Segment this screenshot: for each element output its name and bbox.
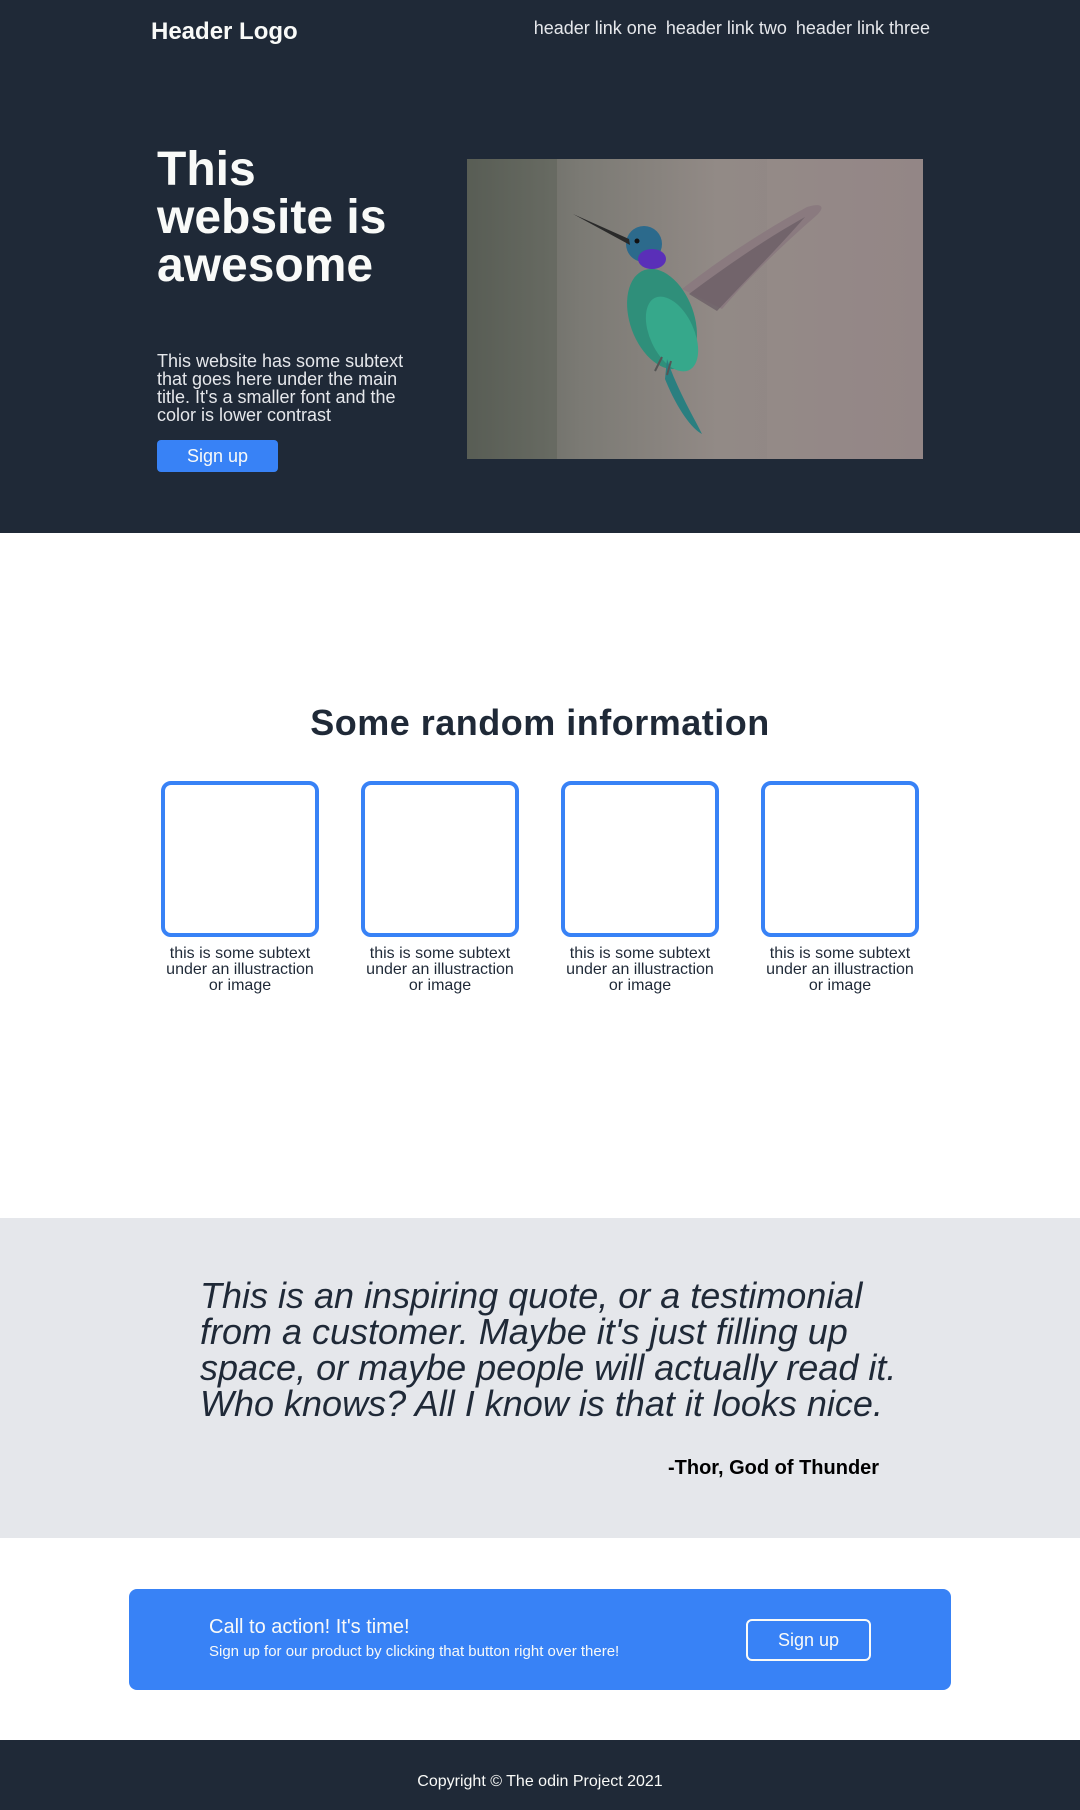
info-card: this is some subtext under an illustract… [360, 781, 520, 994]
card-caption: this is some subtext under an illustract… [766, 945, 914, 994]
info-title: Some random information [310, 702, 770, 743]
info-card: this is some subtext under an illustract… [760, 781, 920, 994]
header-logo[interactable]: Header Logo [151, 18, 298, 46]
quote-text: This is an inspiring quote, or a testimo… [200, 1275, 897, 1424]
hero-section: Header Logo header link one header link … [0, 0, 1080, 533]
cta-subtext: Sign up for our product by clicking that… [209, 1643, 620, 1660]
header-link-two[interactable]: header link two [666, 18, 787, 39]
quote-author: -Thor, God of Thunder [668, 1457, 880, 1479]
quote-section: This is an inspiring quote, or a testimo… [0, 1218, 1080, 1538]
call-to-action-banner: Call to action! It's time! Sign up for o… [129, 1589, 951, 1690]
hero-subtext: This website has some subtext that goes … [157, 351, 404, 425]
cta-signup-button[interactable]: Sign up [746, 1619, 871, 1661]
card-caption: this is some subtext under an illustract… [366, 945, 514, 994]
header-link-three[interactable]: header link three [796, 18, 930, 39]
card-caption: this is some subtext under an illustract… [166, 945, 314, 994]
illustration-placeholder [161, 781, 319, 937]
footer: Copyright © The odin Project 2021 [0, 1740, 1080, 1810]
info-card: this is some subtext under an illustract… [560, 781, 720, 994]
hero-signup-button[interactable]: Sign up [157, 440, 278, 472]
header-link-one[interactable]: header link one [534, 18, 657, 39]
footer-copyright: Copyright © The odin Project 2021 [417, 1773, 663, 1790]
hummingbird-image [467, 159, 923, 459]
hero-title: This website is awesome [157, 143, 387, 292]
card-caption: this is some subtext under an illustract… [566, 945, 714, 994]
illustration-placeholder [561, 781, 719, 937]
illustration-placeholder [361, 781, 519, 937]
illustration-placeholder [761, 781, 919, 937]
info-cards: this is some subtext under an illustract… [160, 781, 920, 1001]
cta-title: Call to action! It's time! [209, 1616, 410, 1638]
info-card: this is some subtext under an illustract… [160, 781, 320, 994]
header-nav: header link one header link two header l… [534, 18, 930, 39]
